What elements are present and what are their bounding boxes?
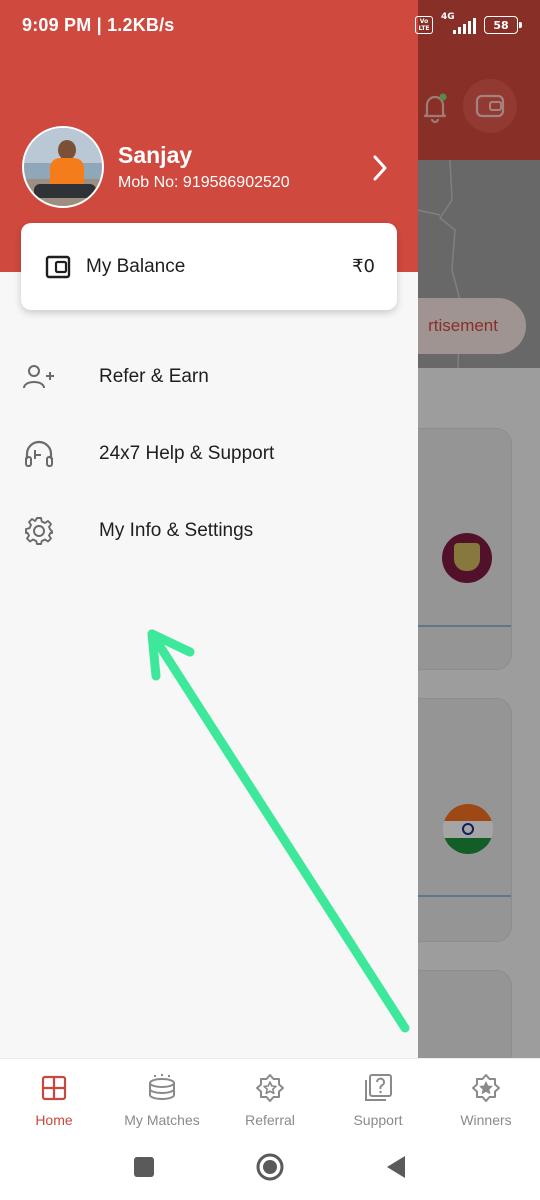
signal-icon: 4G [441,12,476,34]
question-icon [363,1073,393,1103]
star-badge-icon [255,1073,285,1103]
menu-item-help-support[interactable]: 24x7 Help & Support [0,423,418,485]
menu-item-info-settings[interactable]: My Info & Settings [0,500,418,562]
wallet-icon [45,254,71,280]
battery-icon: 58 [484,16,522,34]
balance-label: My Balance [86,255,186,277]
chevron-right-icon[interactable] [364,148,396,188]
user-name: Sanjay [118,142,193,168]
add-user-icon [22,360,56,394]
network-type: 4G [441,12,455,22]
stadium-icon [147,1073,177,1103]
status-time: 9:09 PM | 1.2KB/s [22,14,175,35]
home-button[interactable] [255,1152,285,1182]
nav-my-matches[interactable]: My Matches [108,1059,216,1136]
menu-item-label: Refer & Earn [99,366,209,387]
bottom-navigation: Home My Matches Referral Support Winners [0,1058,540,1136]
menu-item-label: 24x7 Help & Support [99,443,275,464]
volte-icon: Vo LTE [415,16,433,34]
battery-level: 58 [493,18,509,32]
home-grid-icon [39,1073,69,1103]
nav-label: Home [35,1112,73,1128]
back-button[interactable] [381,1152,411,1182]
nav-label: Winners [460,1112,512,1128]
nav-home[interactable]: Home [0,1059,108,1136]
balance-card[interactable]: My Balance ₹0 [21,223,397,310]
balance-amount: ₹0 [352,256,375,277]
nav-support[interactable]: Support [324,1059,432,1136]
system-navigation-bar [0,1136,540,1200]
nav-label: My Matches [124,1112,200,1128]
status-bar: 9:09 PM | 1.2KB/s Vo LTE 4G 58 [0,0,540,50]
menu-item-refer-earn[interactable]: Refer & Earn [0,346,418,408]
trophy-star-icon [471,1073,501,1103]
nav-label: Support [353,1112,403,1128]
nav-winners[interactable]: Winners [432,1059,540,1136]
avatar[interactable] [22,126,104,208]
user-mobile: Mob No: 919586902520 [118,174,290,191]
navigation-drawer: Sanjay Mob No: 919586902520 My Balance ₹… [0,0,418,1058]
nav-referral[interactable]: Referral [216,1059,324,1136]
recents-button[interactable] [129,1152,159,1182]
nav-label: Referral [245,1112,295,1128]
headset-icon [22,437,56,471]
gear-icon [22,514,56,548]
menu-item-label: My Info & Settings [99,520,254,541]
